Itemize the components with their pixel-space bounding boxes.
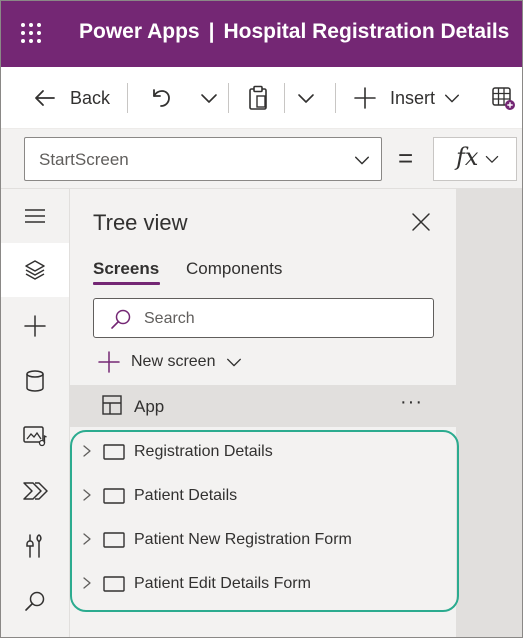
paste-button[interactable] [246, 81, 270, 115]
command-bar: Back Insert [1, 67, 522, 129]
plus-icon [354, 87, 376, 109]
chevron-down-icon [354, 156, 370, 165]
undo-icon [153, 89, 170, 107]
add-table-button[interactable] [490, 81, 516, 115]
tab-components[interactable]: Components [186, 259, 282, 279]
undo-dropdown[interactable] [199, 81, 219, 115]
left-rail [1, 189, 70, 637]
divider [284, 83, 285, 113]
title-separator: | [208, 20, 215, 43]
equals-sign: = [398, 143, 414, 173]
more-options-icon[interactable]: ··· [400, 391, 423, 414]
plus-icon [98, 351, 120, 373]
screen-label: Patient New Registration Form [134, 531, 352, 548]
database-icon [26, 370, 44, 392]
new-screen-label: New screen [131, 353, 216, 370]
media-button[interactable] [1, 409, 69, 463]
paste-dropdown[interactable] [296, 81, 316, 115]
app-node-label: App [134, 397, 165, 416]
insert-label: Insert [390, 87, 436, 108]
chevron-down-icon [445, 94, 460, 103]
media-icon [23, 426, 47, 447]
property-value: StartScreen [39, 150, 129, 169]
power-apps-window: Power Apps | Hospital Registration Details… [0, 0, 523, 638]
title-bar: Power Apps | Hospital Registration Details [1, 1, 522, 67]
active-tab-indicator [93, 282, 160, 285]
search-icon [111, 309, 131, 329]
panel-title: Tree view [93, 210, 188, 235]
chevron-down-icon [485, 155, 499, 163]
tree-node-app[interactable]: App ··· [70, 385, 456, 427]
screen-label: Patient Details [134, 487, 238, 504]
tree-node-screen[interactable]: Patient Edit Details Form [70, 562, 456, 606]
divider [335, 83, 336, 113]
tree-node-screen[interactable]: Patient Details [70, 474, 456, 518]
insert-button[interactable]: Insert [353, 81, 461, 115]
search-icon [25, 591, 45, 611]
screen-icon [103, 444, 125, 460]
tree-node-screen[interactable]: Patient New Registration Form [70, 518, 456, 562]
undo-button[interactable] [149, 81, 173, 115]
app-title: Hospital Registration Details [223, 20, 510, 43]
search-placeholder: Search [144, 310, 195, 327]
power-automate-button[interactable] [1, 464, 69, 518]
chevron-down-icon [298, 94, 314, 103]
divider [127, 83, 128, 113]
app-icon [102, 395, 122, 415]
menu-button[interactable] [1, 189, 69, 243]
formula-bar: StartScreen = fx [1, 129, 522, 189]
screen-label: Patient Edit Details Form [134, 575, 311, 592]
chevron-down-icon [201, 94, 217, 103]
tree-view-button[interactable] [1, 243, 69, 297]
screen-icon [103, 532, 125, 548]
chevron-right-icon[interactable] [81, 444, 93, 458]
app-header-title: Power Apps | Hospital Registration Details [79, 20, 509, 44]
product-name: Power Apps [79, 20, 200, 43]
screen-icon [103, 576, 125, 592]
search-input[interactable]: Search [93, 298, 434, 338]
insert-rail-button[interactable] [1, 299, 69, 353]
advanced-tools-button[interactable] [1, 519, 69, 573]
chevron-right-icon[interactable] [81, 576, 93, 590]
paste-icon [249, 85, 267, 110]
back-button[interactable]: Back [33, 81, 110, 115]
chevron-right-icon[interactable] [81, 488, 93, 502]
waffle-icon[interactable] [21, 23, 45, 47]
tab-screens[interactable]: Screens [93, 259, 159, 279]
plus-icon [24, 315, 46, 337]
property-dropdown[interactable]: StartScreen [24, 137, 382, 181]
tools-icon [26, 534, 42, 558]
screen-label: Registration Details [134, 443, 273, 460]
data-button[interactable] [1, 354, 69, 408]
fx-icon: fx [456, 143, 479, 171]
fx-button[interactable]: fx [433, 137, 517, 181]
power-automate-icon [23, 482, 48, 500]
close-icon[interactable] [410, 211, 432, 233]
chevron-down-icon [227, 358, 242, 367]
canvas-area [456, 189, 522, 637]
screen-icon [103, 488, 125, 504]
chevron-right-icon[interactable] [81, 532, 93, 546]
tree-view-panel: Tree view Screens Components Search New … [70, 189, 456, 637]
new-screen-button[interactable]: New screen [98, 349, 243, 375]
tree-node-screen[interactable]: Registration Details [70, 430, 456, 474]
search-rail-button[interactable] [1, 574, 69, 628]
add-table-icon [492, 87, 515, 110]
arrow-left-icon [35, 90, 55, 106]
divider [228, 83, 229, 113]
layers-icon [25, 260, 45, 280]
hamburger-icon [25, 209, 45, 223]
back-label: Back [70, 87, 111, 108]
